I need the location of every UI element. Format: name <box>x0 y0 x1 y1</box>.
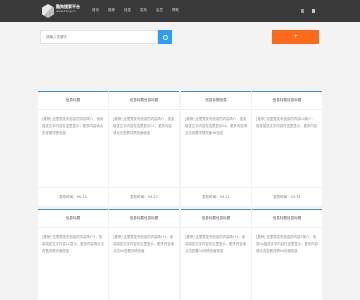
menu-icon[interactable] <box>312 9 315 13</box>
logo-icon[interactable] <box>42 4 54 18</box>
card-date: 发布时间：03-31 <box>252 187 322 206</box>
nav-item-6[interactable]: 帮助 <box>172 8 179 13</box>
info-card[interactable]: 信息标题信息标题 [推荐] 这里是发布信息的内容5简介，信息04描述文字内容在这… <box>252 209 322 300</box>
card-title[interactable]: 信息标题信息标题 <box>252 216 322 221</box>
brand[interactable]: 酷狗搜索平台 www.kbug.cc <box>56 4 80 14</box>
card-title[interactable]: 信息标题信息 <box>181 98 251 103</box>
add-button[interactable]: + <box>272 30 319 44</box>
card-title[interactable]: 信息标题 <box>38 98 108 103</box>
search-button[interactable] <box>158 30 172 44</box>
card-date: 发布时间：05-14 <box>38 187 108 206</box>
main-nav: 首页 推荐 信息 发布 会员 帮助 <box>92 8 179 13</box>
card-title[interactable]: 信息标题信息标题 <box>109 98 179 103</box>
info-card[interactable]: 信息标题 [推荐] 这里是发布信息的内容简介，信息描述文字内容在这里显示，更多内… <box>38 91 108 206</box>
brand-url: www.kbug.cc <box>56 9 76 13</box>
info-card[interactable]: 信息标题信息标题 [推荐] 这里是发布信息的内容简介5，信息描述文字内容在这里显… <box>109 209 179 300</box>
card-date: 发布时间：04-21 <box>181 187 251 206</box>
card-body: [推荐] 这里是发布信息的内容简介5，信息描述文字内容12显示，更多内容请点击查… <box>42 235 104 253</box>
info-card[interactable]: 信息标题信息标题 [推荐] 这里是发布信息的内容简介5，信息描述文字内容在这里显… <box>181 209 251 300</box>
card-body: [推荐] 这里是发布信息的内容简介，信息描述文字内容在这里显示，更多内容请点击查… <box>42 117 104 135</box>
card-body: [推荐] 这里是发布信息的内容简介5，信息描述文字内容在这里显示，更多内容请点击… <box>185 235 247 253</box>
card-body: [推荐] 这里是发布信息的内容简介，信息描述文字内容在这里显示C1，更多内容请点… <box>113 117 175 135</box>
search-input[interactable] <box>40 30 158 44</box>
user-icon[interactable] <box>301 9 304 13</box>
card-title[interactable]: 信息标题信息标题 <box>181 216 251 221</box>
nav-item-5[interactable]: 会员 <box>156 8 163 13</box>
card-title[interactable]: 信息标题信息标题 <box>252 98 322 103</box>
card-body: [推荐] 这里是发布信息的内容简介，信息描述文字内容在这里显示04，更多内容请点… <box>185 117 247 135</box>
nav-item-3[interactable]: 信息 <box>124 8 131 13</box>
info-card[interactable]: 信息标题信息标题 [推荐] 这里是发布信息的内容简介，信息描述文字内容在这里显示… <box>109 91 179 206</box>
search-bar <box>40 30 172 44</box>
card-title[interactable]: 信息标题信息标题 <box>109 216 179 221</box>
card-body: [推荐] 这里是发布信息的内容04简介，信息描述文字内容在这里显示，更多内容 <box>256 117 318 128</box>
nav-item-2[interactable]: 推荐 <box>108 8 115 13</box>
nav-item-1[interactable]: 首页 <box>92 8 99 13</box>
info-card[interactable]: 信息标题 [推荐] 这里是发布信息的内容简介5，信息描述文字内容12显示，更多内… <box>38 209 108 300</box>
info-card[interactable]: 信息标题信息标题 [推荐] 这里是发布信息的内容04简介，信息描述文字内容在这里… <box>252 91 322 206</box>
search-icon <box>162 34 168 40</box>
card-body: [推荐] 这里是发布信息的内容简介5，信息描述文字内容在这里显示，更多内容请点击… <box>113 235 175 253</box>
card-title[interactable]: 信息标题 <box>38 216 108 221</box>
card-body: [推荐] 这里是发布信息的内容5简介，信息04描述文字内容在这里显示，更多内容请… <box>256 235 318 253</box>
card-date: 发布时间：04-27 <box>109 187 179 206</box>
top-navigation-bar: 酷狗搜索平台 www.kbug.cc 首页 推荐 信息 发布 会员 帮助 <box>0 0 360 22</box>
nav-item-4[interactable]: 发布 <box>140 8 147 13</box>
info-card[interactable]: 信息标题信息 [推荐] 这里是发布信息的内容简介，信息描述文字内容在这里显示04… <box>181 91 251 206</box>
